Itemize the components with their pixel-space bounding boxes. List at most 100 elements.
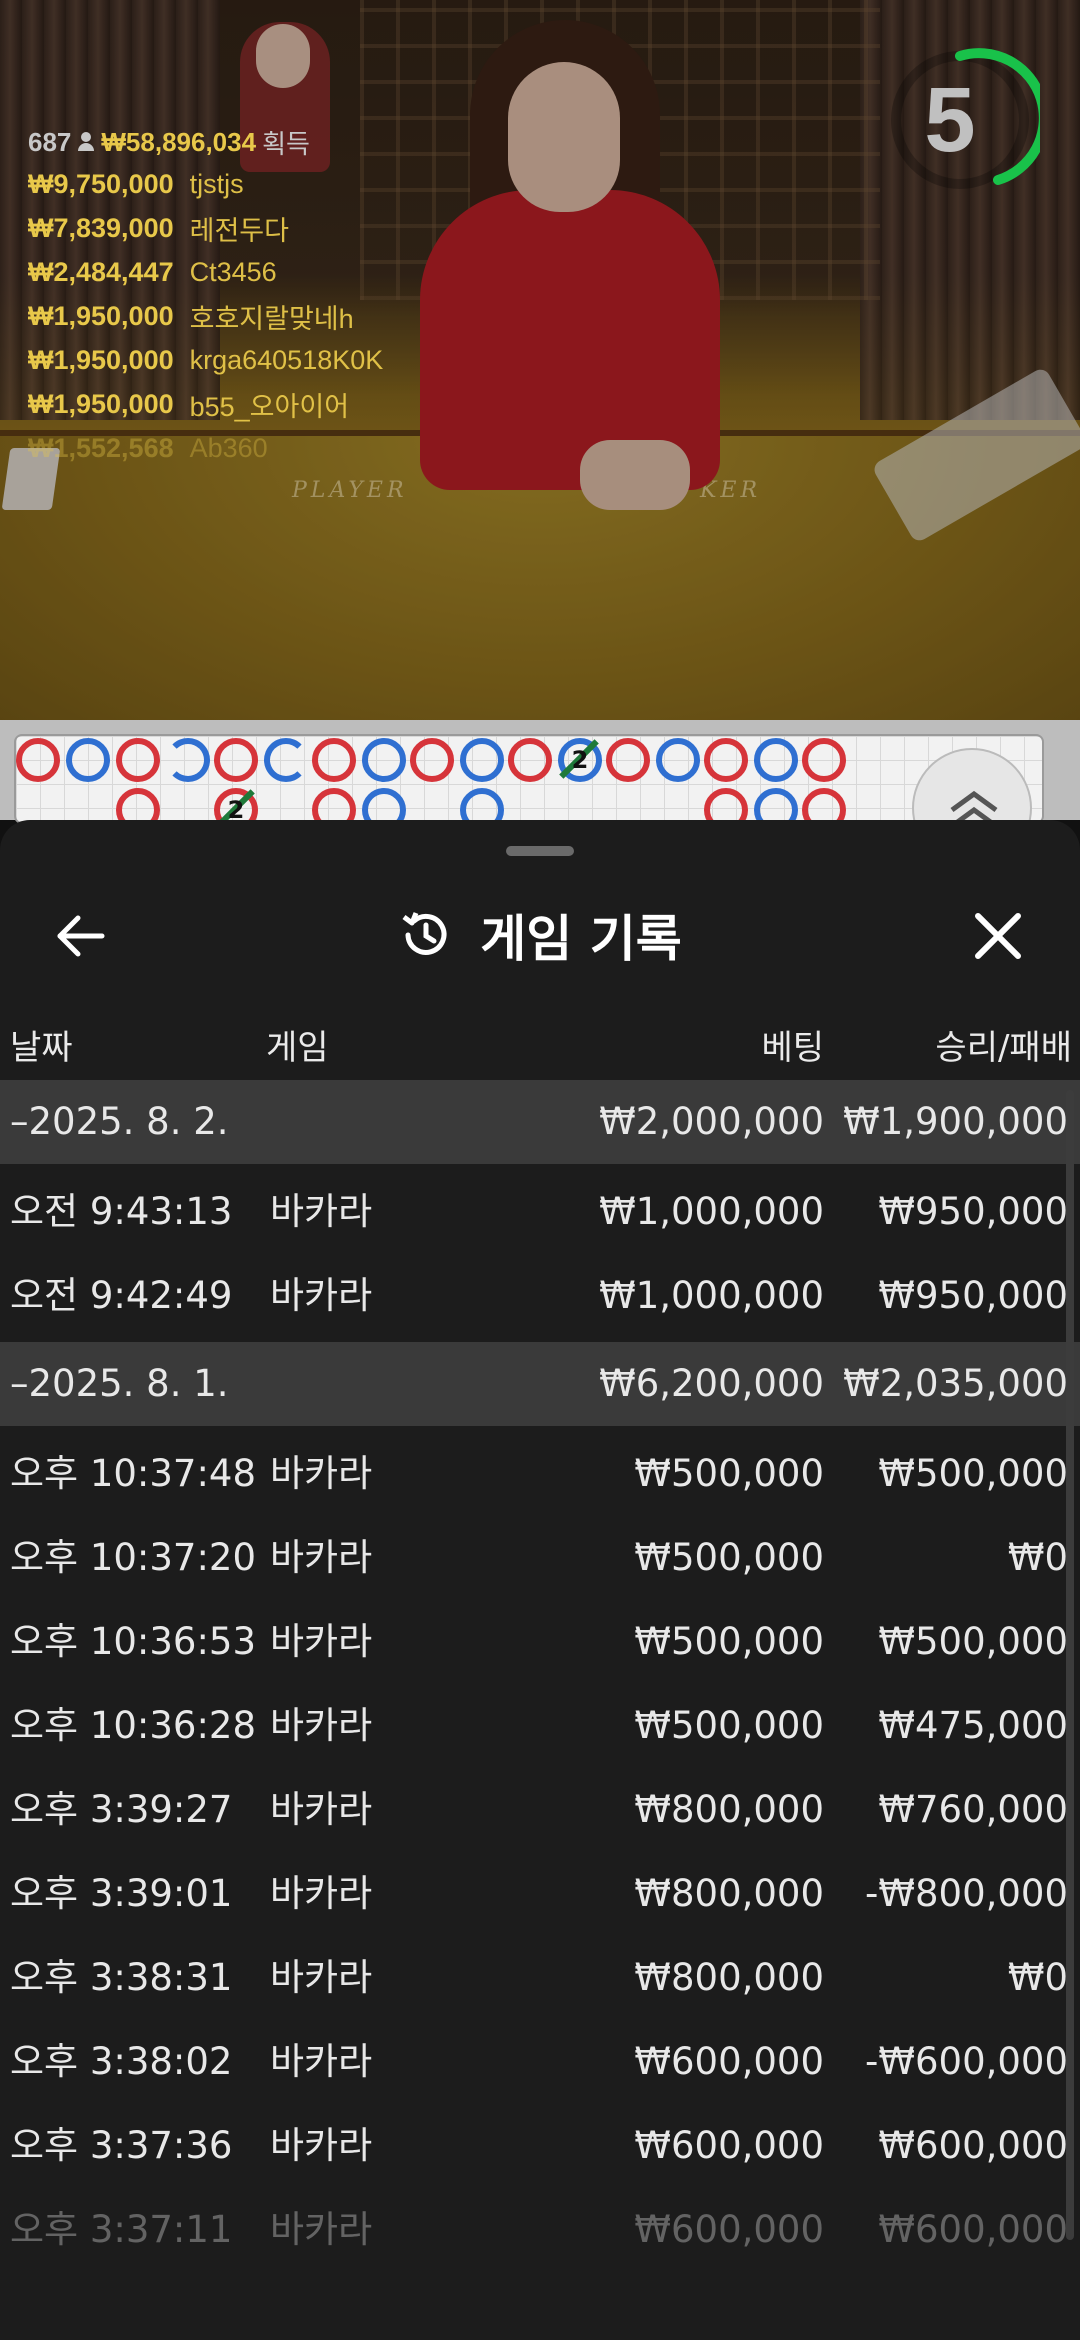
row-bet: ₩500,000: [634, 1620, 824, 1663]
group-date: –2025. 8. 1.: [10, 1362, 229, 1405]
row-bet: ₩500,000: [634, 1704, 824, 1747]
banker-bead: [410, 738, 454, 782]
history-row[interactable]: 오후 10:37:48 바카라 ₩500,000 ₩500,000: [0, 1432, 1080, 1516]
history-row[interactable]: 오후 10:36:28 바카라 ₩500,000 ₩475,000: [0, 1684, 1080, 1768]
date-group-header[interactable]: –2025. 8. 2. ₩2,000,000 ₩1,900,000: [0, 1080, 1080, 1164]
date-group-header[interactable]: –2025. 8. 1. ₩6,200,000 ₩2,035,000: [0, 1342, 1080, 1426]
banker-bead: [704, 738, 748, 782]
row-bet: ₩500,000: [634, 1452, 824, 1495]
sheet-title: 게임 기록: [480, 910, 682, 968]
row-time: 오후 10:36:28: [10, 1704, 257, 1747]
column-result: 승리/패배: [935, 1028, 1072, 1068]
history-row[interactable]: 오전 9:43:13 바카라 ₩1,000,000 ₩950,000: [0, 1170, 1080, 1254]
scrollbar[interactable]: [1066, 1090, 1074, 2240]
winner-user: 호호지랄맞네h: [189, 303, 354, 334]
row-bet: ₩800,000: [634, 1788, 824, 1831]
row-game: 바카라: [270, 1620, 373, 1663]
player-bead: [460, 738, 504, 782]
history-row[interactable]: 오후 3:37:36 바카라 ₩600,000 ₩600,000: [0, 2104, 1080, 2188]
row-game: 바카라: [270, 1872, 373, 1915]
row-bet: ₩800,000: [634, 1956, 824, 1999]
winners-total: ₩58,896,034: [101, 126, 257, 157]
winner-row: ₩2,484,447 Ct3456: [28, 250, 383, 294]
row-time: 오전 9:42:49: [10, 1274, 233, 1317]
row-game: 바카라: [270, 1956, 373, 1999]
winner-row: ₩7,839,000 레전두다: [28, 206, 383, 250]
row-game: 바카라: [270, 1274, 373, 1317]
banker-bead: [508, 738, 552, 782]
winner-amount: ₩2,484,447: [28, 256, 174, 287]
column-bet: 베팅: [761, 1028, 824, 1068]
row-game: 바카라: [270, 2040, 373, 2083]
winner-user: krga640518K0K: [189, 344, 384, 375]
winner-amount: ₩7,839,000: [28, 212, 174, 243]
winner-amount: ₩9,750,000: [28, 168, 174, 199]
player-bead: [754, 738, 798, 782]
row-game: 바카라: [270, 1190, 373, 1233]
banker-bead: [16, 738, 60, 782]
back-button[interactable]: [48, 904, 112, 968]
row-result: ₩475,000: [878, 1704, 1068, 1747]
row-result: -₩600,000: [865, 2040, 1068, 2083]
banker-bead: [606, 738, 650, 782]
row-bet: ₩800,000: [634, 1872, 824, 1915]
history-row[interactable]: 오후 3:38:02 바카라 ₩600,000 -₩600,000: [0, 2020, 1080, 2104]
column-game: 게임: [266, 1028, 329, 1068]
row-result: -₩800,000: [865, 1872, 1068, 1915]
winner-user: Ct3456: [189, 256, 277, 287]
history-row[interactable]: 오전 9:42:49 바카라 ₩1,000,000 ₩950,000: [0, 1254, 1080, 1338]
row-time: 오전 9:43:13: [10, 1190, 233, 1233]
winner-user: 레전두다: [189, 215, 289, 246]
winner-row: ₩1,950,000 krga640518K0K: [28, 338, 383, 382]
history-icon: [402, 912, 447, 955]
history-row[interactable]: 오후 3:37:11 바카라 ₩600,000 ₩600,000: [0, 2188, 1080, 2272]
group-bet-total: ₩6,200,000: [599, 1362, 824, 1405]
row-time: 오후 3:39:01: [10, 1872, 233, 1915]
player-bead: [166, 738, 210, 782]
row-time: 오후 10:37:20: [10, 1536, 257, 1579]
group-result-total: ₩1,900,000: [843, 1100, 1068, 1143]
winner-row: ₩1,950,000 b55_오아이어: [28, 382, 383, 426]
arrow-left-icon: [57, 915, 105, 957]
winner-row: ₩1,552,568 Ab360: [28, 426, 383, 470]
row-result: ₩600,000: [878, 2124, 1068, 2167]
history-row[interactable]: 오후 10:37:20 바카라 ₩500,000 ₩0: [0, 1516, 1080, 1600]
banker-bead: [214, 738, 258, 782]
history-row[interactable]: 오후 10:36:53 바카라 ₩500,000 ₩500,000: [0, 1600, 1080, 1684]
row-game: 바카라: [270, 1788, 373, 1831]
column-date: 날짜: [10, 1028, 73, 1068]
sheet-drag-handle[interactable]: [506, 846, 574, 856]
close-button[interactable]: [966, 904, 1030, 968]
row-bet: ₩600,000: [634, 2208, 824, 2251]
winner-user: b55_오아이어: [189, 391, 350, 422]
row-bet: ₩600,000: [634, 2124, 824, 2167]
group-bet-total: ₩2,000,000: [599, 1100, 824, 1143]
history-row[interactable]: 오후 3:38:31 바카라 ₩800,000 ₩0: [0, 1936, 1080, 2020]
history-row[interactable]: 오후 3:39:27 바카라 ₩800,000 ₩760,000: [0, 1768, 1080, 1852]
winner-count: 687: [28, 126, 72, 157]
winners-summary: 687 ₩58,896,034 획득: [28, 122, 383, 162]
row-game: 바카라: [270, 2208, 373, 2251]
winner-row: ₩1,950,000 호호지랄맞네h: [28, 294, 383, 338]
row-time: 오후 3:38:02: [10, 2040, 233, 2083]
row-result: ₩760,000: [878, 1788, 1068, 1831]
close-icon: [975, 913, 1021, 959]
row-bet: ₩1,000,000: [599, 1190, 824, 1233]
player-bead: [362, 738, 406, 782]
banker-bead: [312, 738, 356, 782]
row-game: 바카라: [270, 1452, 373, 1495]
column-headers: 날짜 게임 베팅 승리/패배: [0, 1000, 1080, 1080]
person-icon: [77, 132, 95, 152]
row-time: 오후 10:36:53: [10, 1620, 257, 1663]
row-game: 바카라: [270, 2124, 373, 2167]
history-row[interactable]: 오후 3:39:01 바카라 ₩800,000 -₩800,000: [0, 1852, 1080, 1936]
row-time: 오후 3:37:36: [10, 2124, 233, 2167]
group-result-total: ₩2,035,000: [843, 1362, 1068, 1405]
game-history-sheet: 게임 기록 날짜 게임 베팅 승리/패배 –2025. 8. 2. ₩2,000…: [0, 820, 1080, 2340]
row-result: ₩500,000: [878, 1620, 1068, 1663]
winner-user: Ab360: [189, 432, 268, 463]
row-result: ₩600,000: [878, 2208, 1068, 2251]
winner-amount: ₩1,950,000: [28, 388, 174, 419]
sheet-header: 게임 기록: [0, 880, 1080, 990]
row-bet: ₩500,000: [634, 1536, 824, 1579]
